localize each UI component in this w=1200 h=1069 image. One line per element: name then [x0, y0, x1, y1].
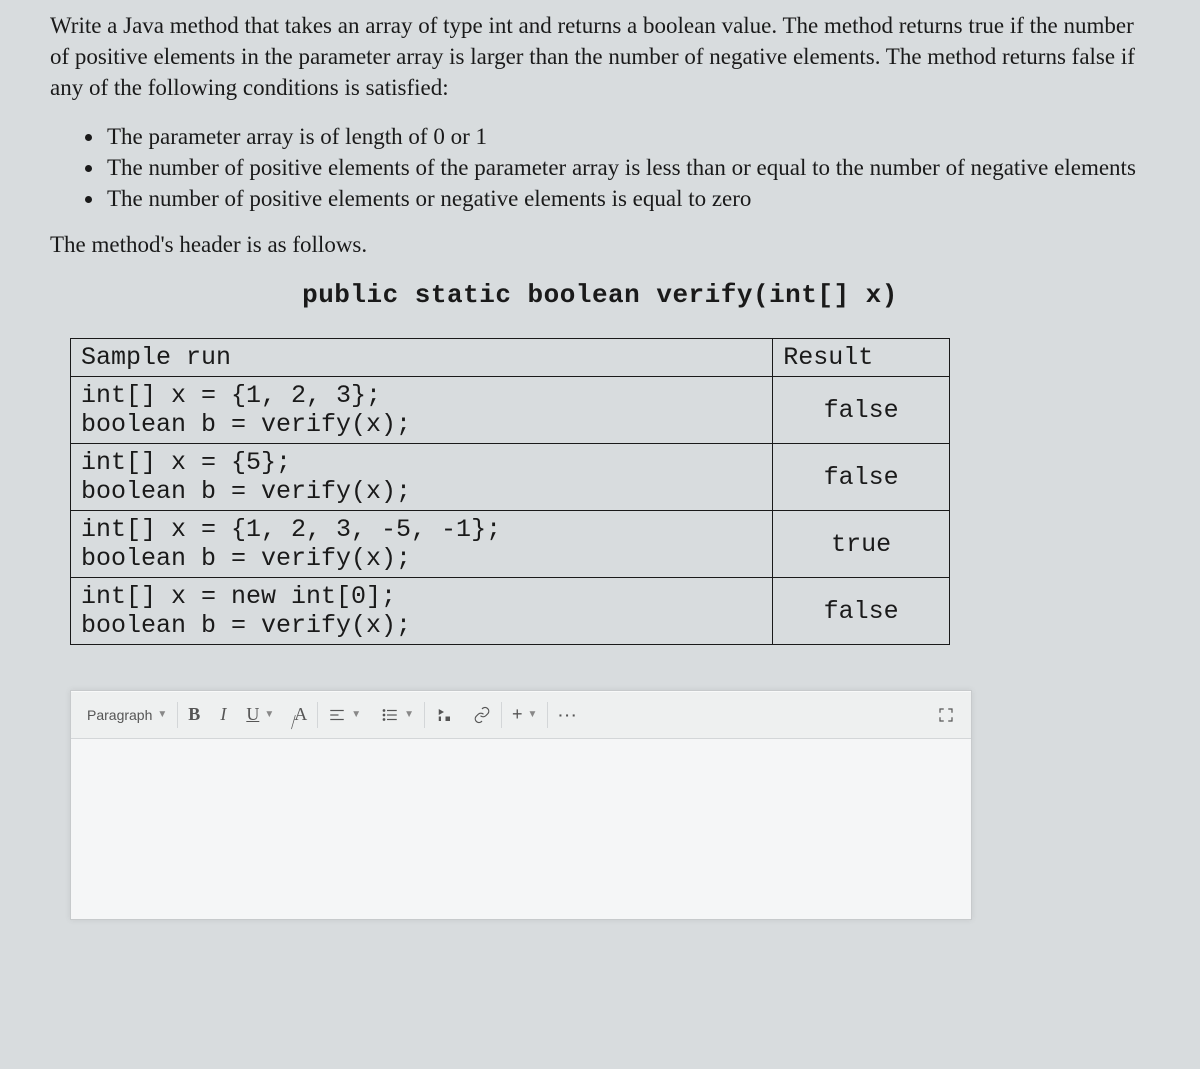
result-cell: false	[773, 578, 950, 645]
conditions-list: The parameter array is of length of 0 or…	[105, 121, 1150, 214]
condition-item: The number of positive elements of the p…	[105, 152, 1150, 183]
result-cell: false	[773, 377, 950, 444]
chevron-down-icon: ▼	[351, 709, 361, 720]
header-result: Result	[773, 339, 950, 377]
code-line: int[] x = {5};	[81, 448, 762, 477]
editor-textarea[interactable]	[71, 739, 971, 919]
sample-code-cell: int[] x = new int[0]; boolean b = verify…	[71, 578, 773, 645]
paragraph-dropdown[interactable]: Paragraph ▼	[77, 691, 177, 738]
chevron-down-icon: ▼	[264, 709, 274, 720]
code-line: boolean b = verify(x);	[81, 410, 762, 439]
bold-button[interactable]: B	[178, 691, 210, 738]
code-line: int[] x = {1, 2, 3};	[81, 381, 762, 410]
chevron-down-icon: ▼	[157, 709, 167, 720]
code-line: boolean b = verify(x);	[81, 611, 762, 640]
table-row: int[] x = {1, 2, 3}; boolean b = verify(…	[71, 377, 950, 444]
result-cell: true	[773, 511, 950, 578]
chevron-down-icon: ▼	[528, 709, 538, 720]
sample-code-cell: int[] x = {5}; boolean b = verify(x);	[71, 444, 773, 511]
condition-item: The number of positive elements or negat…	[105, 183, 1150, 214]
media-icon	[435, 706, 453, 724]
align-dropdown[interactable]: ▼	[318, 691, 371, 738]
link-icon	[473, 706, 491, 724]
insert-dropdown[interactable]: + ▼	[502, 691, 547, 738]
underline-label: U	[246, 704, 259, 725]
sample-run-table: Sample run Result int[] x = {1, 2, 3}; b…	[70, 338, 950, 645]
result-cell: false	[773, 444, 950, 511]
align-left-icon	[328, 706, 346, 724]
sample-code-cell: int[] x = {1, 2, 3}; boolean b = verify(…	[71, 377, 773, 444]
link-button[interactable]	[463, 691, 501, 738]
paragraph-label: Paragraph	[87, 707, 152, 723]
plus-icon: +	[512, 704, 523, 725]
question-intro: Write a Java method that takes an array …	[50, 10, 1150, 103]
table-row: int[] x = {1, 2, 3, -5, -1}; boolean b =…	[71, 511, 950, 578]
list-icon	[381, 706, 399, 724]
sample-code-cell: int[] x = {1, 2, 3, -5, -1}; boolean b =…	[71, 511, 773, 578]
chevron-down-icon: ▼	[404, 709, 414, 720]
list-dropdown[interactable]: ▼	[371, 691, 424, 738]
method-signature: public static boolean verify(int[] x)	[50, 280, 1150, 310]
underline-dropdown[interactable]: U ▼	[236, 691, 284, 738]
condition-item: The parameter array is of length of 0 or…	[105, 121, 1150, 152]
code-line: int[] x = new int[0];	[81, 582, 762, 611]
media-button[interactable]	[425, 691, 463, 738]
answer-editor: Paragraph ▼ B I U ▼ A⁄ ▼ ▼	[70, 690, 972, 920]
table-row: int[] x = new int[0]; boolean b = verify…	[71, 578, 950, 645]
editor-toolbar: Paragraph ▼ B I U ▼ A⁄ ▼ ▼	[71, 691, 971, 739]
italic-button[interactable]: I	[210, 691, 236, 738]
code-line: boolean b = verify(x);	[81, 544, 762, 573]
fullscreen-icon	[937, 706, 955, 724]
fullscreen-button[interactable]	[927, 691, 965, 738]
header-follows-text: The method's header is as follows.	[50, 232, 1150, 258]
text-color-icon: A⁄	[294, 704, 307, 725]
strikethrough-button[interactable]: A⁄	[284, 691, 317, 738]
table-row: int[] x = {5}; boolean b = verify(x); fa…	[71, 444, 950, 511]
more-button[interactable]: ···	[548, 691, 588, 738]
header-sample: Sample run	[71, 339, 773, 377]
table-header-row: Sample run Result	[71, 339, 950, 377]
code-line: boolean b = verify(x);	[81, 477, 762, 506]
code-line: int[] x = {1, 2, 3, -5, -1};	[81, 515, 762, 544]
